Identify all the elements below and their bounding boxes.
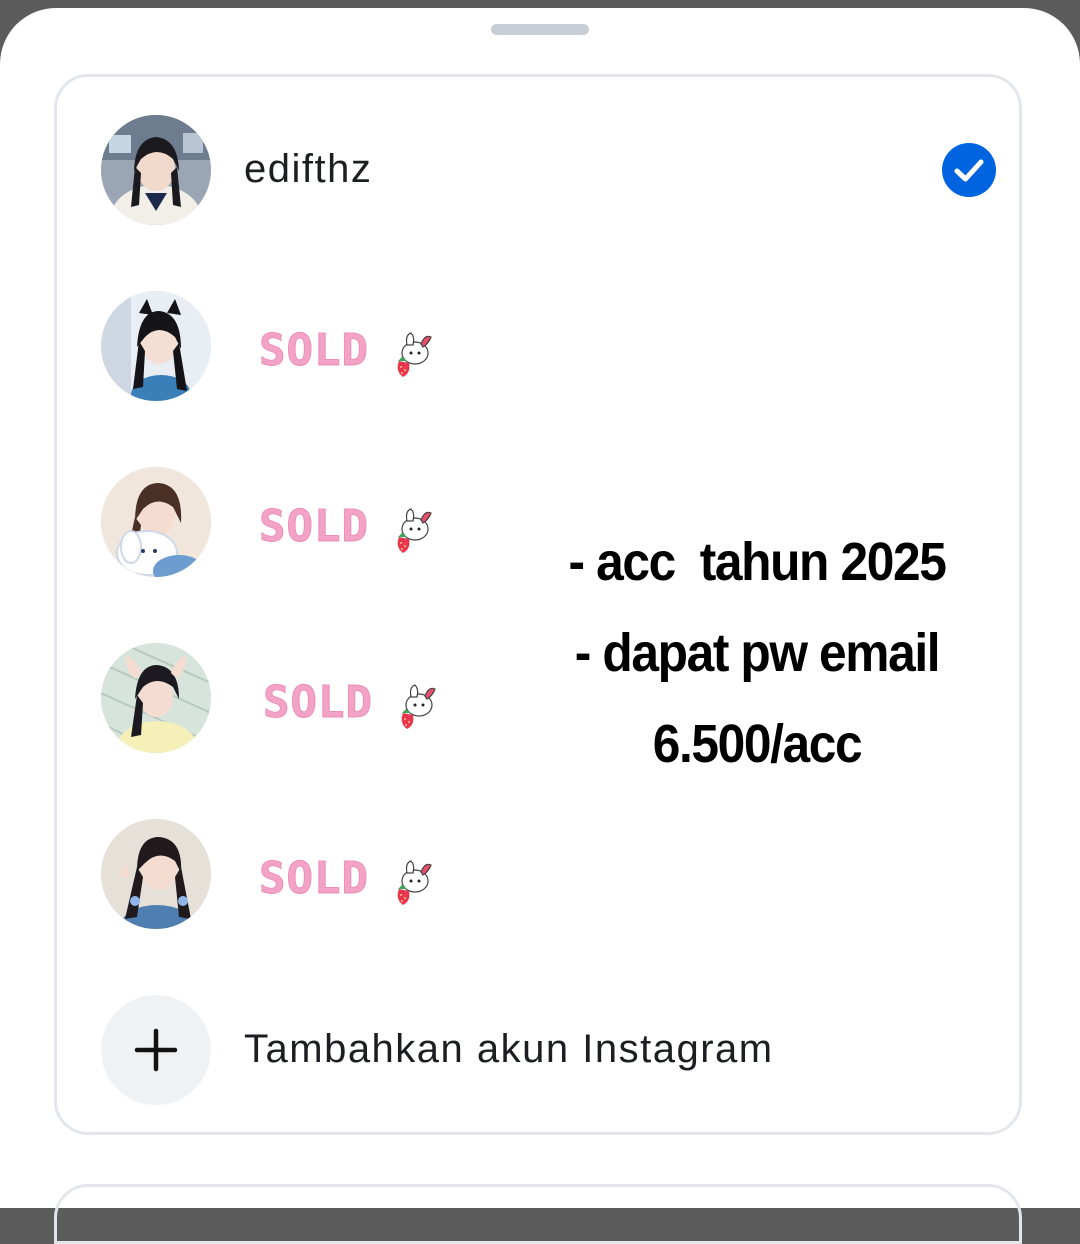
avatar — [101, 467, 211, 577]
avatar — [101, 819, 211, 929]
check-circle-icon — [942, 143, 996, 197]
account-row-5[interactable]: SOLD — [101, 819, 1001, 931]
promo-overlay: - acc tahun 2025 - dapat pw email 6.500/… — [545, 517, 968, 790]
account-switcher-sheet: edifthz SOLD SOLD SOLD SOLD Tambahkan ak… — [0, 8, 1080, 1244]
account-username: edifthz — [244, 147, 373, 191]
accounts-card: edifthz SOLD SOLD SOLD SOLD Tambahkan ak… — [54, 74, 1022, 1135]
bunny-strawberry-sticker-icon — [401, 684, 436, 729]
drag-handle[interactable] — [491, 24, 589, 35]
bunny-strawberry-sticker-icon — [397, 860, 432, 905]
add-account-label: Tambahkan akun Instagram — [244, 1027, 774, 1071]
promo-line-2: - dapat pw email — [574, 623, 941, 683]
bunny-strawberry-sticker-icon — [397, 332, 432, 377]
plus-icon — [134, 1028, 178, 1072]
promo-line-1: - acc tahun 2025 — [568, 532, 947, 592]
avatar — [101, 115, 211, 225]
avatar — [101, 643, 211, 753]
add-account-circle — [101, 995, 211, 1105]
add-account-button[interactable]: Tambahkan akun Instagram — [101, 995, 1001, 1107]
sold-label: SOLD — [259, 325, 434, 383]
sold-label: SOLD — [263, 677, 438, 735]
sold-label: SOLD — [259, 501, 434, 559]
account-row-1[interactable]: edifthz — [101, 115, 1001, 227]
sold-label: SOLD — [259, 853, 434, 911]
next-card-edge — [54, 1184, 1022, 1244]
account-row-2[interactable]: SOLD — [101, 291, 1001, 403]
bunny-strawberry-sticker-icon — [397, 508, 432, 553]
avatar — [101, 291, 211, 401]
promo-line-3: 6.500/acc — [652, 714, 863, 774]
